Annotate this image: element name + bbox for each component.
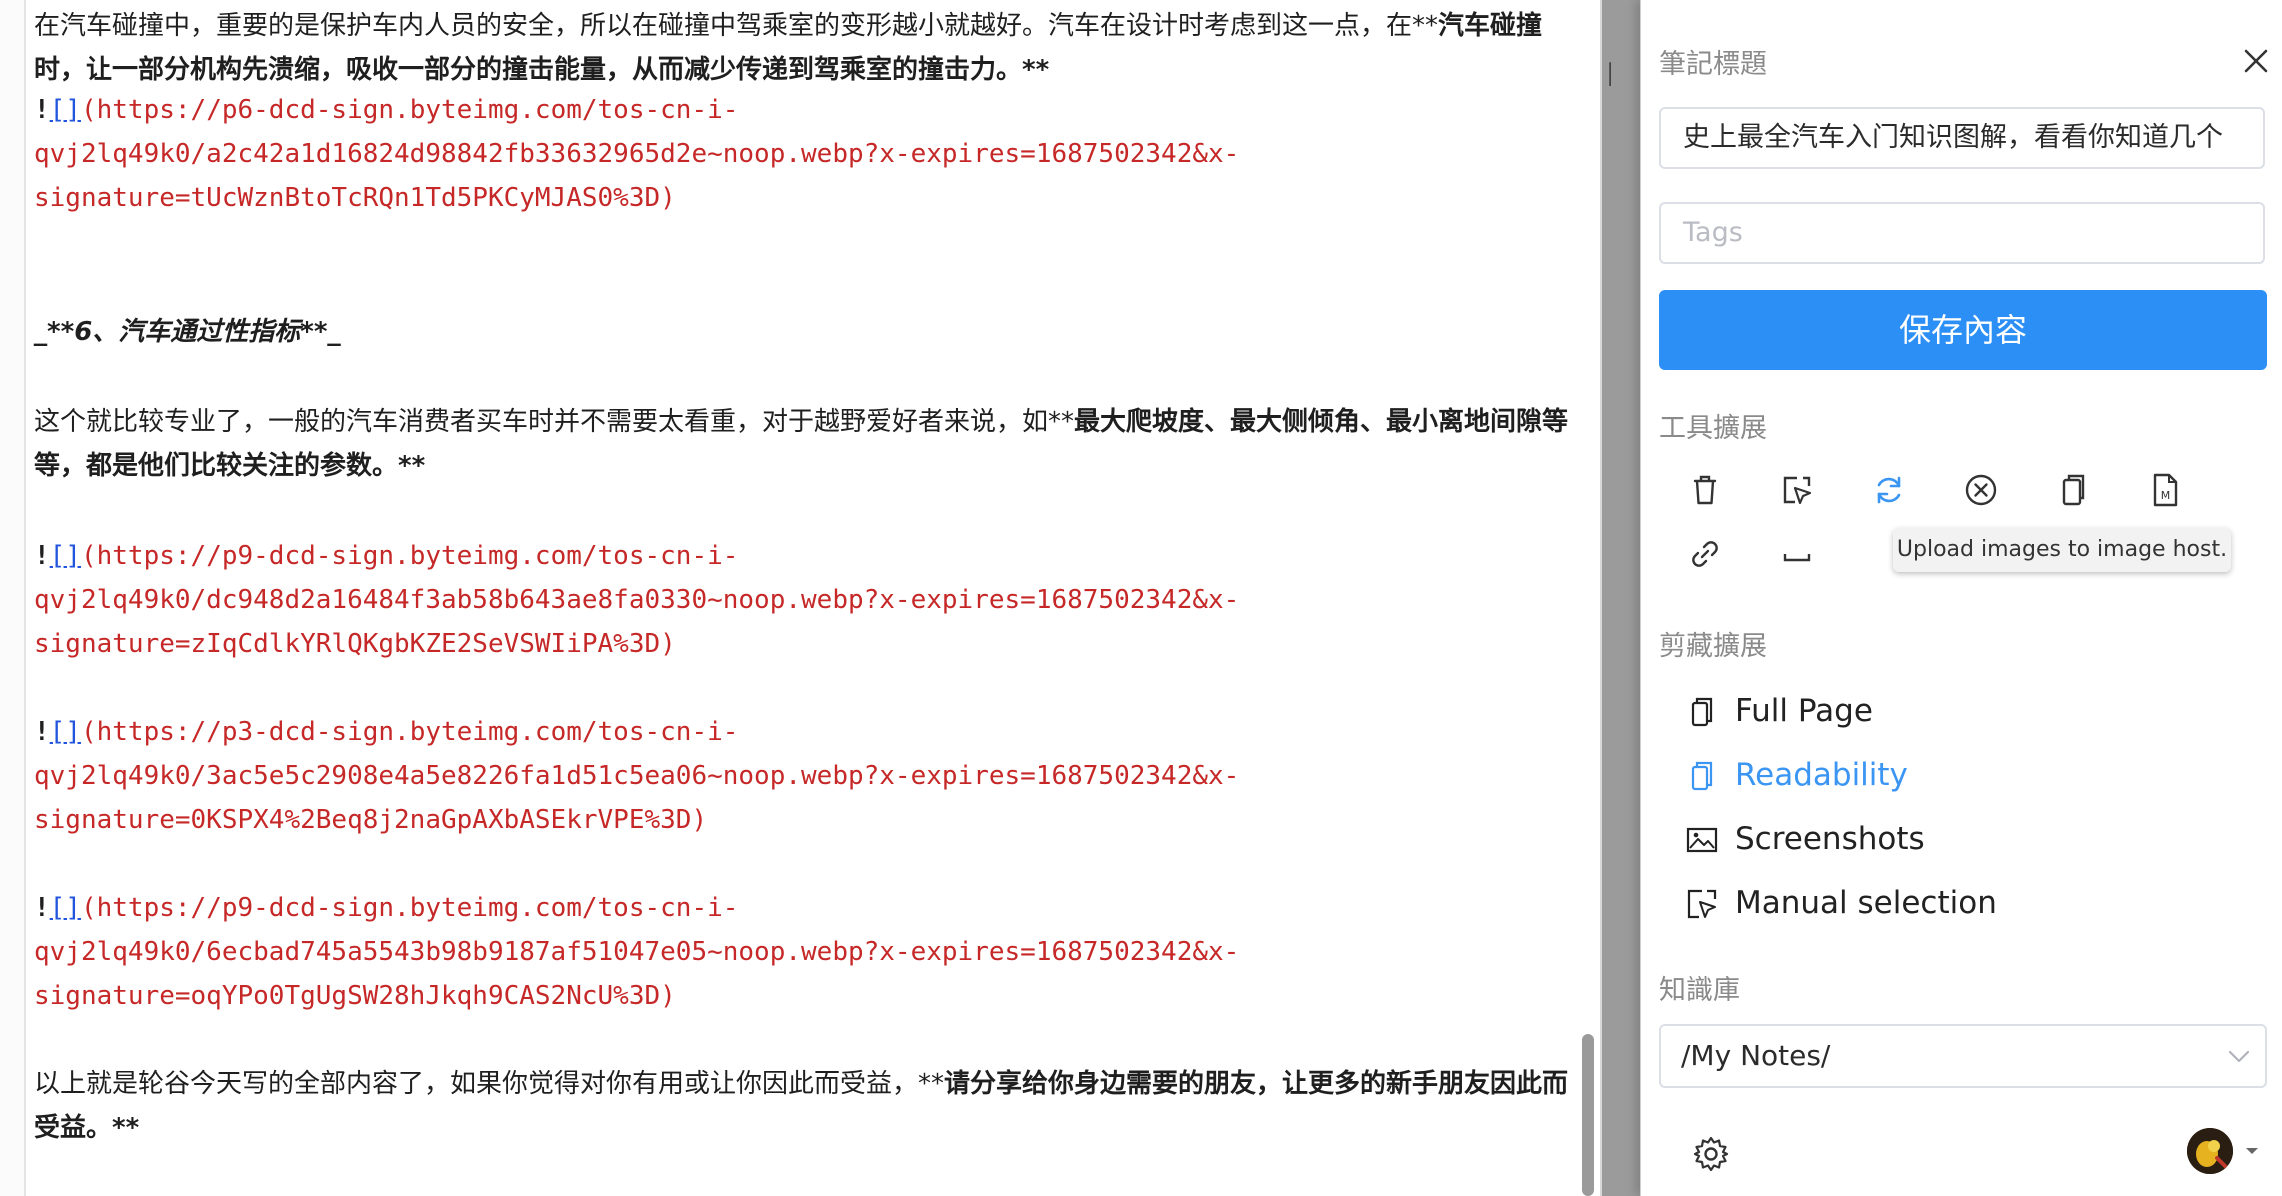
clip-option-label: Screenshots bbox=[1735, 821, 1925, 857]
paragraph-text: 这个就比较专业了，一般的汽车消费者买车时并不需要太看重，对于越野爱好者来说，如*… bbox=[34, 407, 1075, 437]
image-url-line: signature=0KSPX4%2Beq8j2naGpAXbASEkrVPE%… bbox=[34, 805, 708, 835]
knowledge-base-label: 知識庫 bbox=[1659, 975, 1740, 1006]
paragraph: 这个就比较专业了，一般的汽车消费者买车时并不需要太看重，对于越野爱好者来说，如*… bbox=[34, 400, 1582, 488]
clip-section-label: 剪藏擴展 bbox=[1659, 631, 1767, 662]
image-bang: ! bbox=[34, 893, 50, 923]
avatar-image-icon bbox=[2187, 1128, 2233, 1174]
select-area-icon bbox=[1685, 886, 1719, 920]
tags-input[interactable]: Tags bbox=[1659, 202, 2265, 264]
image-url-line: signature=zIqCdlkYRlQKgbKZE2SeVSWIiPA%3D… bbox=[34, 629, 676, 659]
editor-gutter bbox=[0, 0, 26, 1196]
image-brackets[interactable]: [] bbox=[50, 541, 81, 571]
chevron-down-icon bbox=[2228, 1050, 2250, 1063]
note-title-input[interactable]: 史上最全汽车入门知识图解，看看你知道几个 bbox=[1659, 107, 2265, 169]
image-icon bbox=[1685, 822, 1719, 856]
markdown-editor[interactable]: 在汽车碰撞中，重要的是保护车内人员的安全，所以在碰撞中驾乘室的变形越小就越好。汽… bbox=[0, 0, 1602, 1196]
knowledge-base-select[interactable]: /My Notes/ bbox=[1659, 1024, 2267, 1088]
image-url-line: (https://p9-dcd-sign.byteimg.com/tos-cn-… bbox=[80, 541, 739, 571]
user-avatar[interactable] bbox=[2187, 1128, 2233, 1174]
divider-handle-icon: │ bbox=[1604, 62, 1617, 86]
svg-text:M: M bbox=[2161, 489, 2171, 502]
select-area-button[interactable] bbox=[1777, 470, 1817, 510]
image-url-line: signature=oqYPo0TgUgSW28hJkqh9CAS2NcU%3D… bbox=[34, 981, 676, 1011]
image-bang: ! bbox=[34, 717, 50, 747]
space-icon bbox=[1783, 554, 1811, 562]
clip-option-readability[interactable]: Readability bbox=[1685, 750, 2105, 800]
image-url-line: qvj2lq49k0/dc948d2a16484f3ab58b643ae8fa0… bbox=[34, 585, 1240, 615]
clip-option-label: Manual selection bbox=[1735, 885, 1997, 921]
tools-section-label: 工具擴展 bbox=[1659, 413, 1767, 444]
image-brackets[interactable]: [] bbox=[50, 893, 81, 923]
gear-icon bbox=[1693, 1136, 1729, 1172]
clip-option-manual-selection[interactable]: Manual selection bbox=[1685, 878, 2105, 928]
upload-images-button[interactable] bbox=[1869, 470, 1909, 510]
close-button[interactable] bbox=[2239, 44, 2273, 78]
image-url-line: signature=tUcWznBtoTcRQn1Td5PKCyMJAS0%3D… bbox=[34, 183, 676, 213]
close-icon bbox=[2244, 49, 2268, 73]
note-title-label: 筆記標題 bbox=[1659, 49, 1767, 80]
image-link[interactable]: ![](https://p9-dcd-sign.byteimg.com/tos-… bbox=[34, 886, 1582, 1018]
editor-content[interactable]: 在汽车碰撞中，重要的是保护车内人员的安全，所以在碰撞中驾乘室的变形越小就越好。汽… bbox=[34, 0, 1582, 1196]
clip-option-screenshots[interactable]: Screenshots bbox=[1685, 814, 2105, 864]
settings-button[interactable] bbox=[1691, 1134, 1731, 1174]
image-url-line: qvj2lq49k0/a2c42a1d16824d98842fb33632965… bbox=[34, 139, 1240, 169]
paragraph: 在汽车碰撞中，重要的是保护车内人员的安全，所以在碰撞中驾乘室的变形越小就越好。汽… bbox=[34, 4, 1582, 92]
editor-scrollbar[interactable] bbox=[1582, 1034, 1594, 1196]
clip-option-label: Full Page bbox=[1735, 693, 1873, 729]
image-brackets[interactable]: [] bbox=[50, 95, 81, 125]
copy-icon bbox=[2062, 474, 2085, 506]
image-url-line: (https://p6-dcd-sign.byteimg.com/tos-cn-… bbox=[80, 95, 739, 125]
markdown-export-button[interactable]: M bbox=[2145, 470, 2185, 510]
caret-down-icon[interactable] bbox=[2245, 1146, 2259, 1156]
paragraph: 以上就是轮谷今天写的全部内容了，如果你觉得对你有用或让你因此而受益，**请分享给… bbox=[34, 1062, 1582, 1150]
image-link[interactable]: ![](https://p9-dcd-sign.byteimg.com/tos-… bbox=[34, 534, 1582, 666]
link-button[interactable] bbox=[1685, 534, 1725, 574]
markdown-file-icon: M bbox=[2153, 473, 2178, 507]
paragraph-text: 在汽车碰撞中，重要的是保护车内人员的安全，所以在碰撞中驾乘室的变形越小就越好。汽… bbox=[34, 11, 1439, 41]
image-url-line: qvj2lq49k0/3ac5e5c2908e4a5e8226fa1d51c5e… bbox=[34, 761, 1240, 791]
space-button[interactable] bbox=[1777, 534, 1817, 574]
document-icon bbox=[1685, 694, 1719, 728]
image-bang: ! bbox=[34, 541, 50, 571]
image-url-line: (https://p3-dcd-sign.byteimg.com/tos-cn-… bbox=[80, 717, 739, 747]
paragraph-text: 以上就是轮谷今天写的全部内容了，如果你觉得对你有用或让你因此而受益，** bbox=[34, 1069, 945, 1099]
document-icon bbox=[1685, 758, 1719, 792]
trash-icon bbox=[1693, 475, 1717, 505]
clip-option-full-page[interactable]: Full Page bbox=[1685, 686, 2105, 736]
image-url-line: (https://p9-dcd-sign.byteimg.com/tos-cn-… bbox=[80, 893, 739, 923]
image-bang: ! bbox=[34, 95, 50, 125]
section-heading: _**6、汽车通过性指标**_ bbox=[34, 317, 341, 347]
image-link[interactable]: ![](https://p3-dcd-sign.byteimg.com/tos-… bbox=[34, 710, 1582, 842]
delete-button[interactable] bbox=[1685, 470, 1725, 510]
web-clipper-panel: 筆記標題 史上最全汽车入门知识图解，看看你知道几个 Tags 保存內容 工具擴展 bbox=[1640, 0, 2282, 1196]
upload-tooltip: Upload images to image host. bbox=[1893, 528, 2231, 572]
clip-option-label: Readability bbox=[1735, 757, 1908, 793]
clear-circle-icon bbox=[1965, 474, 1997, 506]
upload-refresh-icon bbox=[1877, 476, 1901, 504]
select-area-icon bbox=[1783, 476, 1812, 505]
image-link[interactable]: ![](https://p6-dcd-sign.byteimg.com/tos-… bbox=[34, 88, 1582, 220]
image-url-line: qvj2lq49k0/6ecbad745a5543b98b9187af51047… bbox=[34, 937, 1240, 967]
knowledge-base-value: /My Notes/ bbox=[1681, 1039, 1831, 1072]
image-brackets[interactable]: [] bbox=[50, 717, 81, 747]
save-button[interactable]: 保存內容 bbox=[1659, 290, 2267, 370]
copy-button[interactable] bbox=[2053, 470, 2093, 510]
panel-divider bbox=[1602, 0, 1640, 1196]
clear-button[interactable] bbox=[1961, 470, 2001, 510]
link-icon bbox=[1692, 541, 1718, 567]
